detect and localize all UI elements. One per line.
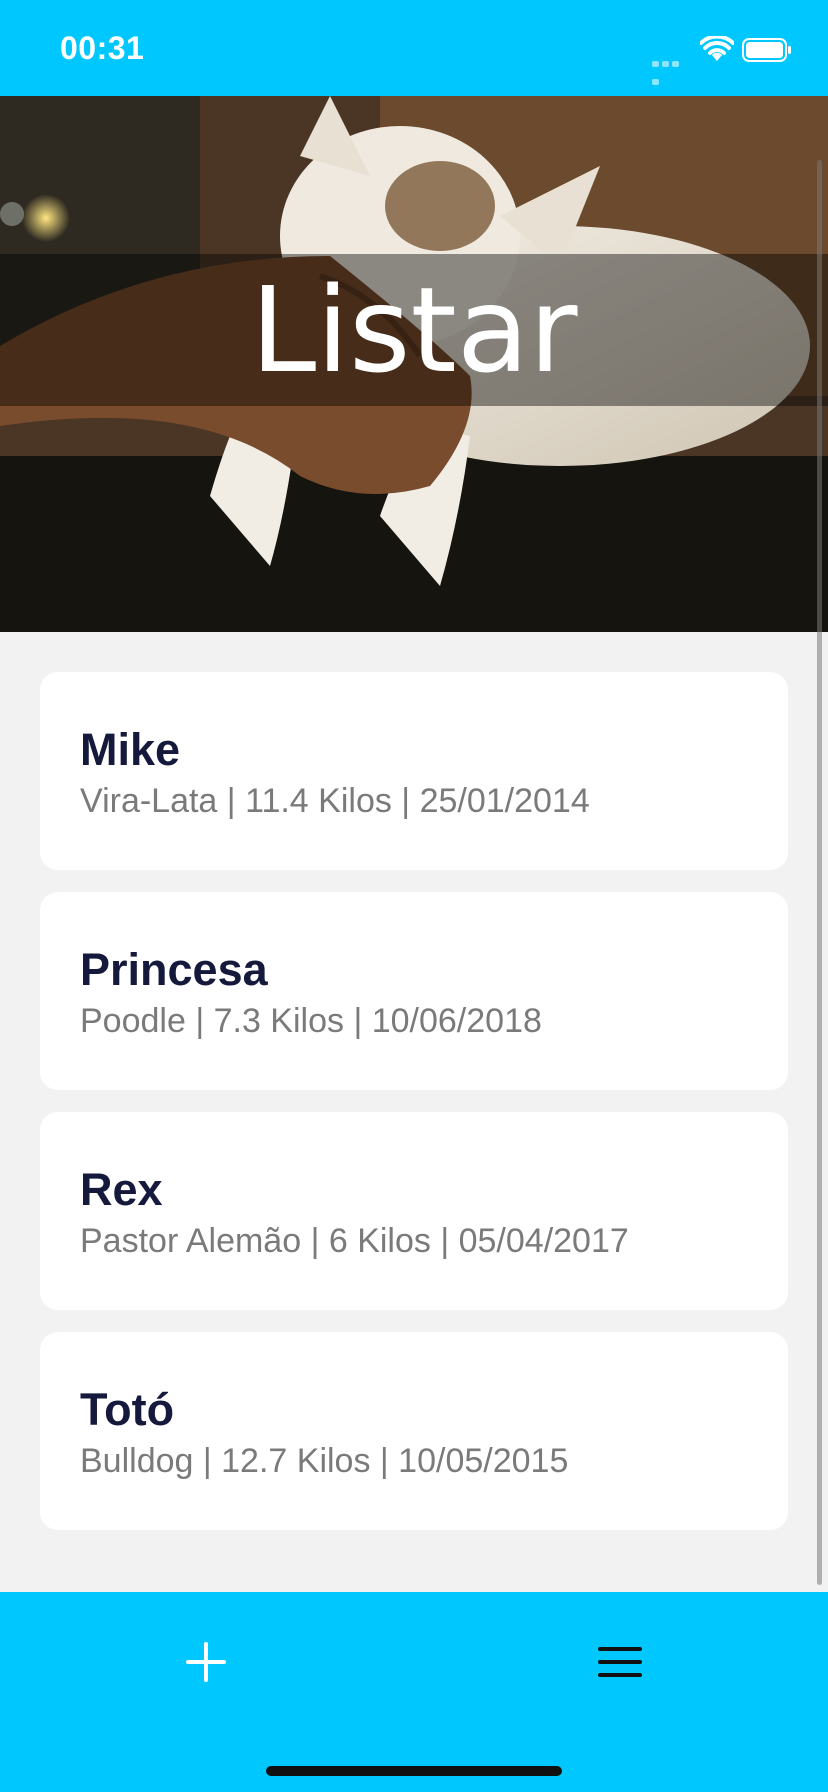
wifi-icon [700, 36, 734, 61]
pet-name: Mike [80, 724, 181, 775]
hamburger-menu-icon[interactable] [590, 1632, 650, 1692]
scrollbar[interactable] [817, 160, 822, 1585]
pet-details: Vira-Lata | 11.4 Kilos | 25/01/2014 [80, 782, 590, 820]
pet-details: Bulldog | 12.7 Kilos | 10/05/2015 [80, 1442, 569, 1480]
header-banner: Listar [0, 96, 828, 632]
pet-details: Poodle | 7.3 Kilos | 10/06/2018 [80, 1002, 542, 1040]
pet-name: Rex [80, 1164, 163, 1215]
pet-card[interactable]: Rex Pastor Alemão | 6 Kilos | 05/04/2017 [40, 1112, 788, 1310]
page-title: Listar [250, 261, 578, 399]
home-indicator[interactable] [266, 1766, 562, 1776]
pet-card[interactable]: Princesa Poodle | 7.3 Kilos | 10/06/2018 [40, 892, 788, 1090]
pet-card[interactable]: Mike Vira-Lata | 11.4 Kilos | 25/01/2014 [40, 672, 788, 870]
status-bar: 00:31 [0, 0, 828, 96]
pet-list: Mike Vira-Lata | 11.4 Kilos | 25/01/2014… [40, 672, 788, 1552]
pet-card[interactable]: Totó Bulldog | 12.7 Kilos | 10/05/2015 [40, 1332, 788, 1530]
tab-bar [0, 1592, 828, 1792]
status-time: 00:31 [60, 30, 145, 66]
signal-icon [652, 54, 690, 85]
pet-details: Pastor Alemão | 6 Kilos | 05/04/2017 [80, 1222, 629, 1260]
plus-icon[interactable] [176, 1632, 236, 1692]
pet-name: Princesa [80, 944, 268, 995]
battery-icon [742, 38, 791, 62]
pet-name: Totó [80, 1384, 175, 1435]
